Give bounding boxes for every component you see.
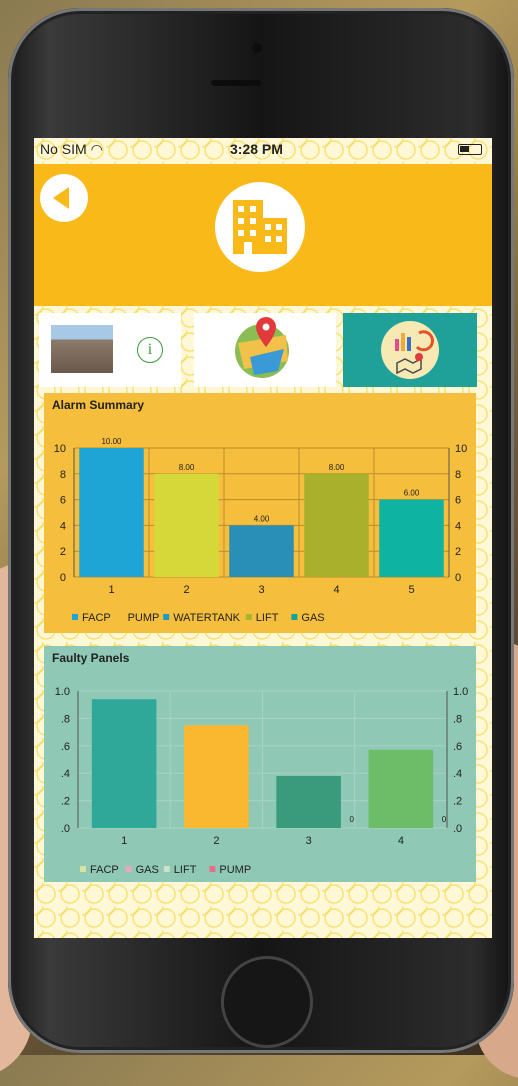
legend-label: PUMP	[128, 612, 160, 624]
faulty-panels-title: Faulty Panels	[52, 651, 130, 665]
home-button[interactable]	[221, 956, 313, 1048]
bar-value-label: 4.00	[254, 514, 270, 523]
faulty-panels-panel: Faulty Panels .0 .0 .2 .2 .4 .4 .6 .6 .8 .8 1.0 1.0…	[44, 646, 476, 882]
zero-value-label: 0	[350, 815, 355, 824]
y-tick-label-left: 6	[60, 495, 66, 507]
x-tick-label: 3	[258, 584, 264, 596]
y-tick-label-left: 8	[60, 469, 66, 481]
info-icon[interactable]: i	[137, 337, 163, 363]
y-tick-label-right: .6	[453, 741, 462, 753]
legend-swatch	[245, 614, 252, 620]
legend-swatch	[125, 866, 132, 872]
x-tick-label: 5	[408, 584, 414, 596]
legend-swatch	[163, 866, 170, 872]
wifi-icon: ◠	[90, 141, 103, 157]
bar	[154, 473, 219, 577]
y-tick-label-left: 4	[60, 520, 66, 532]
legend-swatch	[163, 614, 170, 620]
y-tick-label-left: 1.0	[55, 686, 70, 698]
x-tick-label: 1	[121, 835, 127, 847]
speaker-grille	[211, 80, 261, 86]
back-arrow-icon[interactable]	[40, 174, 88, 222]
x-tick-label: 2	[183, 584, 189, 596]
y-tick-label-right: .2	[453, 796, 462, 808]
battery-icon	[458, 144, 482, 155]
legend-label: LIFT	[256, 612, 279, 624]
bar-value-label: 8.00	[179, 463, 195, 472]
y-tick-label-right: 0	[455, 572, 461, 584]
y-tick-label-right: .4	[453, 768, 462, 780]
legend-label: PUMP	[219, 864, 251, 876]
carrier-label: No SIM ◠	[40, 141, 103, 157]
bar	[276, 775, 341, 828]
legend-label: FACP	[82, 612, 111, 624]
y-tick-label-right: 2	[455, 546, 461, 558]
y-tick-label-left: .8	[61, 713, 70, 725]
bar	[91, 699, 157, 828]
bar-value-label: 10.00	[101, 437, 122, 446]
y-tick-label-right: 6	[455, 495, 461, 507]
y-tick-label-left: .6	[61, 741, 70, 753]
header-bar	[34, 164, 492, 306]
x-tick-label: 4	[398, 835, 404, 847]
status-bar: No SIM ◠ 3:28 PM	[34, 138, 492, 162]
bar	[229, 525, 294, 577]
chart-map-icon	[381, 321, 439, 379]
bar-value-label: 8.00	[329, 463, 345, 472]
bar	[184, 725, 249, 828]
bar	[379, 499, 444, 577]
building-icon	[215, 182, 305, 272]
x-tick-label: 3	[306, 835, 312, 847]
faulty-panels-chart: .0 .0 .2 .2 .4 .4 .6 .6 .8 .8 1.0 1.0 1 2 3 4 0 0 FACP GAS L…	[55, 686, 469, 876]
y-tick-label-right: .0	[453, 823, 462, 835]
building-info-tile[interactable]: i	[39, 313, 181, 387]
camera-icon	[252, 43, 262, 53]
legend-swatch	[117, 614, 124, 620]
bar	[79, 448, 144, 577]
y-tick-label-left: .0	[61, 823, 70, 835]
y-tick-label-right: .8	[453, 713, 462, 725]
alarm-summary-title: Alarm Summary	[52, 398, 145, 412]
y-tick-label-right: 1.0	[453, 686, 468, 698]
map-tile[interactable]	[194, 313, 336, 387]
alarm-summary-chart: 0 0 2 2 4 4 6 6 8 8 10 10 10.00 1 8.00 2 4.00 3 8.00 4 6.00 5…	[54, 437, 468, 624]
bar	[304, 473, 369, 577]
legend-label: LIFT	[174, 864, 197, 876]
legend-swatch	[80, 866, 86, 872]
analytics-tile[interactable]	[343, 313, 477, 387]
y-tick-label-left: .2	[61, 796, 70, 808]
y-tick-label-right: 10	[455, 443, 467, 455]
bar-value-label: 6.00	[404, 489, 420, 498]
legend-swatch	[291, 614, 298, 620]
alarm-summary-panel: Alarm Summary 0 0 2 2 4 4 6 6 8 8 10 10 10.00 1 8.00 2 4…	[44, 393, 476, 633]
legend-swatch	[72, 614, 78, 620]
map-pin-icon	[235, 317, 289, 378]
y-tick-label-right: 4	[455, 520, 461, 532]
y-tick-label-left: 10	[54, 443, 66, 455]
x-tick-label: 1	[108, 584, 114, 596]
legend-label: WATERTANK	[173, 612, 240, 624]
bar	[368, 749, 434, 828]
y-tick-label-left: 2	[60, 546, 66, 558]
legend-swatch	[209, 866, 216, 872]
clock: 3:28 PM	[230, 141, 283, 157]
x-tick-label: 4	[333, 584, 339, 596]
y-tick-label-left: .4	[61, 768, 70, 780]
y-tick-label-right: 8	[455, 469, 461, 481]
x-tick-label: 2	[213, 835, 219, 847]
legend-label: GAS	[136, 864, 159, 876]
building-photo	[51, 325, 113, 373]
legend-label: FACP	[90, 864, 119, 876]
y-tick-label-left: 0	[60, 572, 66, 584]
legend-label: GAS	[301, 612, 324, 624]
zero-value-label: 0	[442, 815, 447, 824]
app-screen: No SIM ◠ 3:28 PM i Alarm Summary 0 0 2 2…	[34, 138, 492, 938]
